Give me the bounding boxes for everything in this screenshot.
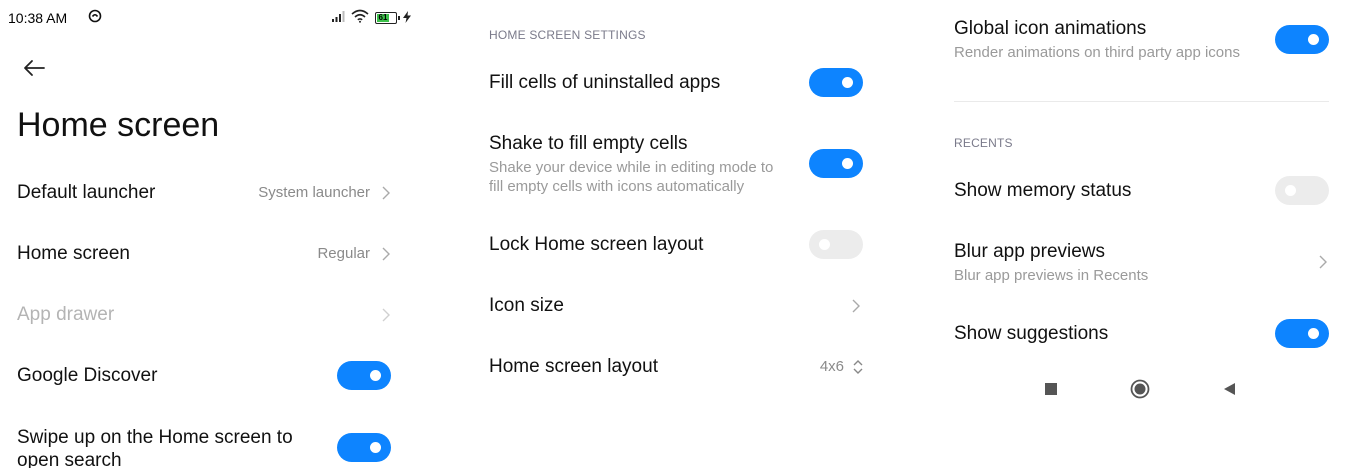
toggle-knob <box>370 370 381 381</box>
status-time: 10:38 AM <box>8 10 68 26</box>
show-suggestions-toggle[interactable] <box>1275 319 1329 348</box>
default-launcher-row[interactable]: Default launcher System launcher <box>17 182 392 206</box>
app-drawer-row: App drawer <box>17 304 392 328</box>
global-icon-animations-label: Global icon animations <box>954 18 1147 39</box>
battery-icon: 61 <box>375 11 400 24</box>
chevron-up-down-icon <box>852 358 864 374</box>
google-discover-toggle[interactable] <box>337 361 391 390</box>
do-not-disturb-icon <box>88 9 102 26</box>
toggle-knob <box>1308 34 1319 45</box>
global-icon-animations-sub: Render animations on third party app ico… <box>954 44 1240 61</box>
lock-layout-label: Lock Home screen layout <box>489 234 704 255</box>
recents-settings-panel: Global icon animations Render animations… <box>928 0 1349 468</box>
back-triangle-icon[interactable] <box>1222 382 1236 401</box>
chevron-right-icon <box>850 299 862 313</box>
toggle-knob <box>842 158 853 169</box>
fill-cells-toggle[interactable] <box>809 68 863 97</box>
home-screen-panel: 10:38 AM 61 Home screen Default launcher… <box>0 0 411 468</box>
shake-to-fill-sub-line2: fill empty cells with icons automaticall… <box>489 178 745 195</box>
toggle-knob <box>1285 185 1296 196</box>
home-screen-row[interactable]: Home screen Regular <box>17 243 392 267</box>
charging-icon <box>403 10 411 26</box>
icon-size-label: Icon size <box>489 295 564 316</box>
show-memory-status-toggle[interactable] <box>1275 176 1329 205</box>
signal-icon <box>331 10 345 26</box>
recents-square-icon[interactable] <box>1044 382 1058 401</box>
swipe-up-label-line1: Swipe up on the Home screen to <box>17 427 293 448</box>
home-screen-settings-panel: HOME SCREEN SETTINGS Fill cells of unins… <box>469 0 880 468</box>
page-title: Home screen <box>17 106 220 144</box>
shake-to-fill-label: Shake to fill empty cells <box>489 133 688 154</box>
lock-layout-toggle[interactable] <box>809 230 863 259</box>
lock-layout-row[interactable]: Lock Home screen layout <box>489 234 861 258</box>
shake-to-fill-sub-line1: Shake your device while in editing mode … <box>489 159 774 176</box>
swipe-up-search-toggle[interactable] <box>337 433 391 462</box>
default-launcher-label: Default launcher <box>17 182 156 203</box>
fill-cells-row[interactable]: Fill cells of uninstalled apps <box>489 72 861 96</box>
show-memory-status-row[interactable]: Show memory status <box>954 180 1330 204</box>
status-bar: 10:38 AM 61 <box>8 9 411 31</box>
swipe-up-search-row[interactable]: Swipe up on the Home screen to open sear… <box>17 426 392 468</box>
layout-label: Home screen layout <box>489 356 658 377</box>
chevron-right-icon <box>380 186 392 200</box>
app-drawer-label: App drawer <box>17 304 115 325</box>
google-discover-label: Google Discover <box>17 365 158 386</box>
blur-app-previews-row[interactable]: Blur app previews Blur app previews in R… <box>954 241 1329 287</box>
section-title: RECENTS <box>954 136 1013 150</box>
layout-row[interactable]: Home screen layout 4x6 <box>489 356 864 380</box>
home-screen-value: Regular <box>317 245 370 262</box>
default-launcher-value: System launcher <box>258 184 370 201</box>
home-circle-icon[interactable] <box>1130 379 1150 404</box>
navigation-bar <box>928 365 1349 415</box>
shake-to-fill-toggle[interactable] <box>809 149 863 178</box>
chevron-right-icon <box>1317 255 1329 269</box>
divider <box>954 101 1329 102</box>
toggle-knob <box>1308 328 1319 339</box>
swipe-up-label-line2: open search <box>17 450 122 468</box>
show-suggestions-row[interactable]: Show suggestions <box>954 323 1330 347</box>
toggle-knob <box>842 77 853 88</box>
google-discover-row[interactable]: Google Discover <box>17 365 392 389</box>
show-suggestions-label: Show suggestions <box>954 323 1109 344</box>
home-screen-label: Home screen <box>17 243 130 264</box>
section-title: HOME SCREEN SETTINGS <box>489 28 646 42</box>
shake-to-fill-row[interactable]: Shake to fill empty cells Shake your dev… <box>489 133 861 197</box>
global-icon-animations-row[interactable]: Global icon animations Render animations… <box>954 18 1330 64</box>
battery-level: 61 <box>377 12 389 22</box>
toggle-knob <box>370 442 381 453</box>
back-arrow-icon[interactable] <box>20 54 48 82</box>
global-icon-animations-toggle[interactable] <box>1275 25 1329 54</box>
chevron-right-icon <box>380 247 392 261</box>
fill-cells-label: Fill cells of uninstalled apps <box>489 72 721 93</box>
show-memory-status-label: Show memory status <box>954 180 1132 201</box>
wifi-icon <box>351 9 369 26</box>
layout-value: 4x6 <box>819 358 844 375</box>
blur-app-previews-label: Blur app previews <box>954 241 1106 262</box>
blur-app-previews-sub: Blur app previews in Recents <box>954 267 1149 284</box>
chevron-right-icon <box>380 308 392 322</box>
icon-size-row[interactable]: Icon size <box>489 295 862 319</box>
toggle-knob <box>819 239 830 250</box>
